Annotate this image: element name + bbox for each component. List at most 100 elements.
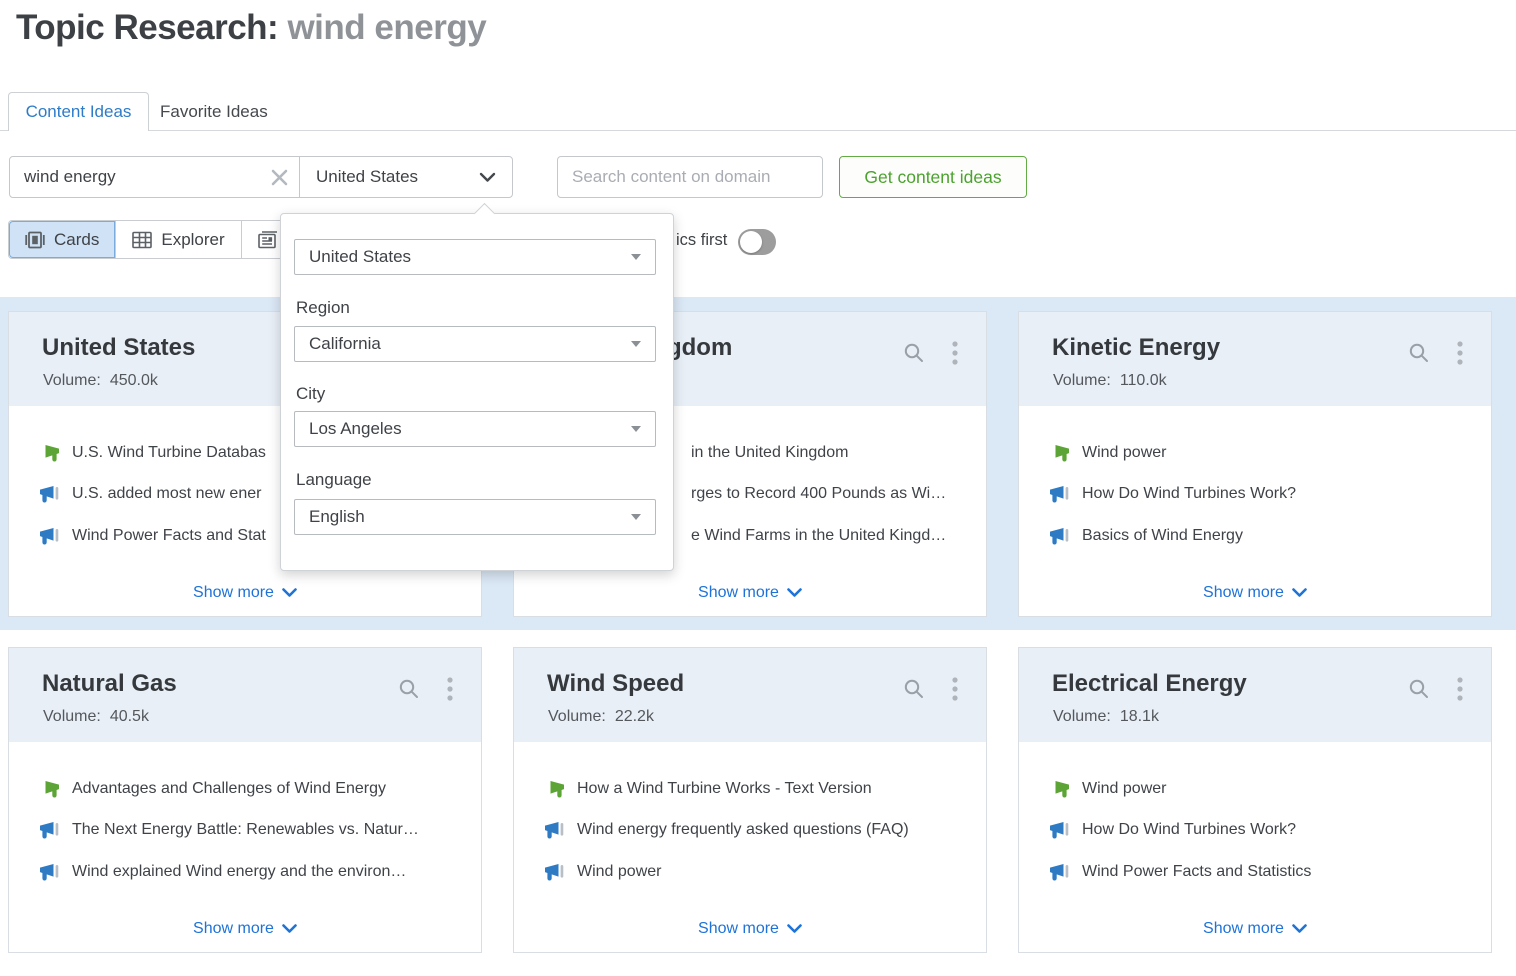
chevron-down-icon [787, 588, 802, 598]
volume-value: 110.0k [1120, 372, 1167, 389]
database-filter-panel: United States Region California City Los… [280, 213, 674, 571]
search-topic-icon[interactable] [397, 677, 421, 701]
content-idea-item[interactable]: Wind power [514, 860, 986, 884]
triangle-down-icon [631, 341, 641, 347]
content-idea-title: rges to Record 400 Pounds as Wi… [691, 485, 978, 503]
topic-volume: Volume:450.0k [43, 372, 158, 390]
show-more-link[interactable]: Show more [1019, 920, 1491, 938]
show-more-link[interactable]: Show more [514, 584, 986, 602]
panel-city-select[interactable]: Los Angeles [294, 411, 656, 447]
database-select[interactable]: United States [299, 157, 512, 197]
search-topic-icon[interactable] [902, 341, 926, 365]
topic-volume: Volume: 22.2k [548, 708, 654, 726]
panel-language-value: English [309, 507, 365, 527]
view-explorer-button[interactable]: Explorer [115, 221, 240, 258]
volume-value: 18.1k [1120, 708, 1159, 725]
content-idea-item[interactable]: Wind energy frequently asked questions (… [514, 818, 986, 842]
content-idea-item[interactable]: Wind power [1019, 777, 1491, 801]
panel-region-value: California [309, 334, 381, 354]
tab-content-ideas[interactable]: Content Ideas [8, 92, 149, 131]
megaphone-blue-icon [1049, 485, 1070, 504]
topic-card: Electrical Energy Volume:18.1k Show more… [1018, 647, 1492, 953]
show-more-link[interactable]: Show more [514, 920, 986, 938]
panel-region-select[interactable]: California [294, 326, 656, 362]
topic-volume: Volume: 18.1k [1053, 708, 1159, 726]
search-group: United States [9, 156, 513, 198]
search-topic-icon[interactable] [1407, 677, 1431, 701]
content-idea-item[interactable]: How Do Wind Turbines Work? [1019, 818, 1491, 842]
kebab-menu-icon[interactable] [952, 677, 958, 701]
panel-city-value: Los Angeles [309, 419, 402, 439]
kebab-menu-icon[interactable] [952, 341, 958, 365]
view-mode-group: Cards Explorer [8, 220, 294, 259]
chevron-down-icon [282, 588, 297, 598]
cards-view-icon [25, 231, 45, 249]
content-idea-title: Wind power [577, 863, 978, 881]
show-more-label: Show more [1203, 920, 1284, 938]
kebab-menu-icon[interactable] [1457, 341, 1463, 365]
city-label: City [296, 384, 325, 404]
content-idea-title: How Do Wind Turbines Work? [1082, 821, 1483, 839]
page-title: Topic Research: wind energy [16, 8, 486, 48]
megaphone-blue-icon [544, 821, 565, 840]
content-idea-item[interactable]: Advantages and Challenges of Wind Energy [9, 777, 481, 801]
topic-query-input[interactable] [10, 157, 259, 197]
panel-country-select[interactable]: United States [294, 239, 656, 275]
topic-title: United States [42, 334, 195, 362]
chevron-down-icon [787, 924, 802, 934]
volume-label: Volume: [1053, 708, 1111, 725]
megaphone-green-icon [1049, 444, 1070, 463]
kebab-menu-icon[interactable] [447, 677, 453, 701]
topic-card: Natural Gas Volume:40.5k Show more Advan… [8, 647, 482, 953]
panel-caret [474, 203, 495, 224]
view-cards-button[interactable]: Cards [9, 221, 115, 258]
search-topic-icon[interactable] [902, 677, 926, 701]
show-more-label: Show more [193, 920, 274, 938]
language-label: Language [296, 470, 372, 490]
get-content-ideas-button[interactable]: Get content ideas [839, 156, 1027, 198]
content-idea-title: Wind Power Facts and Statistics [1082, 863, 1483, 881]
megaphone-blue-icon [39, 821, 60, 840]
kebab-menu-icon[interactable] [1457, 677, 1463, 701]
content-idea-title: How a Wind Turbine Works - Text Version [577, 780, 978, 798]
volume-label: Volume: [1053, 372, 1111, 389]
megaphone-blue-icon [1049, 863, 1070, 882]
tab-favorite-ideas[interactable]: Favorite Ideas [160, 92, 268, 131]
panel-country-value: United States [309, 247, 411, 267]
megaphone-green-icon [1049, 780, 1070, 799]
content-idea-item[interactable]: Wind Power Facts and Statistics [1019, 860, 1491, 884]
content-idea-item[interactable]: Wind power [1019, 441, 1491, 465]
megaphone-green-icon [39, 444, 60, 463]
megaphone-blue-icon [1049, 821, 1070, 840]
tab-content-ideas-label: Content Ideas [26, 102, 132, 122]
clear-query-icon[interactable] [259, 157, 299, 197]
content-idea-item[interactable]: The Next Energy Battle: Renewables vs. N… [9, 818, 481, 842]
content-idea-title: Advantages and Challenges of Wind Energy [72, 780, 473, 798]
search-topic-icon[interactable] [1407, 341, 1431, 365]
content-idea-item[interactable]: How Do Wind Turbines Work? [1019, 482, 1491, 506]
topic-card-header: Kinetic Energy Volume:110.0k [1019, 312, 1491, 406]
volume-label: Volume: [43, 708, 101, 725]
page-title-prefix: Topic Research: [16, 8, 278, 47]
panel-language-select[interactable]: English [294, 499, 656, 535]
explorer-view-icon [132, 231, 152, 249]
trending-first-label: ics first [676, 231, 727, 250]
volume-value: 22.2k [615, 708, 654, 725]
show-more-link[interactable]: Show more [1019, 584, 1491, 602]
volume-label: Volume: [548, 708, 606, 725]
show-more-link[interactable]: Show more [9, 920, 481, 938]
overview-view-icon [257, 231, 277, 249]
content-idea-title: Wind explained Wind energy and the envir… [72, 863, 473, 881]
domain-search-input[interactable] [557, 156, 823, 198]
content-idea-title: e Wind Farms in the United Kingd… [691, 527, 978, 545]
content-idea-item[interactable]: Basics of Wind Energy [1019, 524, 1491, 548]
content-idea-item[interactable]: Wind explained Wind energy and the envir… [9, 860, 481, 884]
topic-title: Natural Gas [42, 670, 177, 698]
megaphone-blue-icon [39, 485, 60, 504]
tab-favorite-ideas-label: Favorite Ideas [160, 102, 268, 122]
show-more-link[interactable]: Show more [9, 584, 481, 602]
content-idea-item[interactable]: How a Wind Turbine Works - Text Version [514, 777, 986, 801]
topic-title: Wind Speed [547, 670, 684, 698]
content-idea-title: Wind energy frequently asked questions (… [577, 821, 978, 839]
trending-first-toggle[interactable] [738, 229, 776, 255]
